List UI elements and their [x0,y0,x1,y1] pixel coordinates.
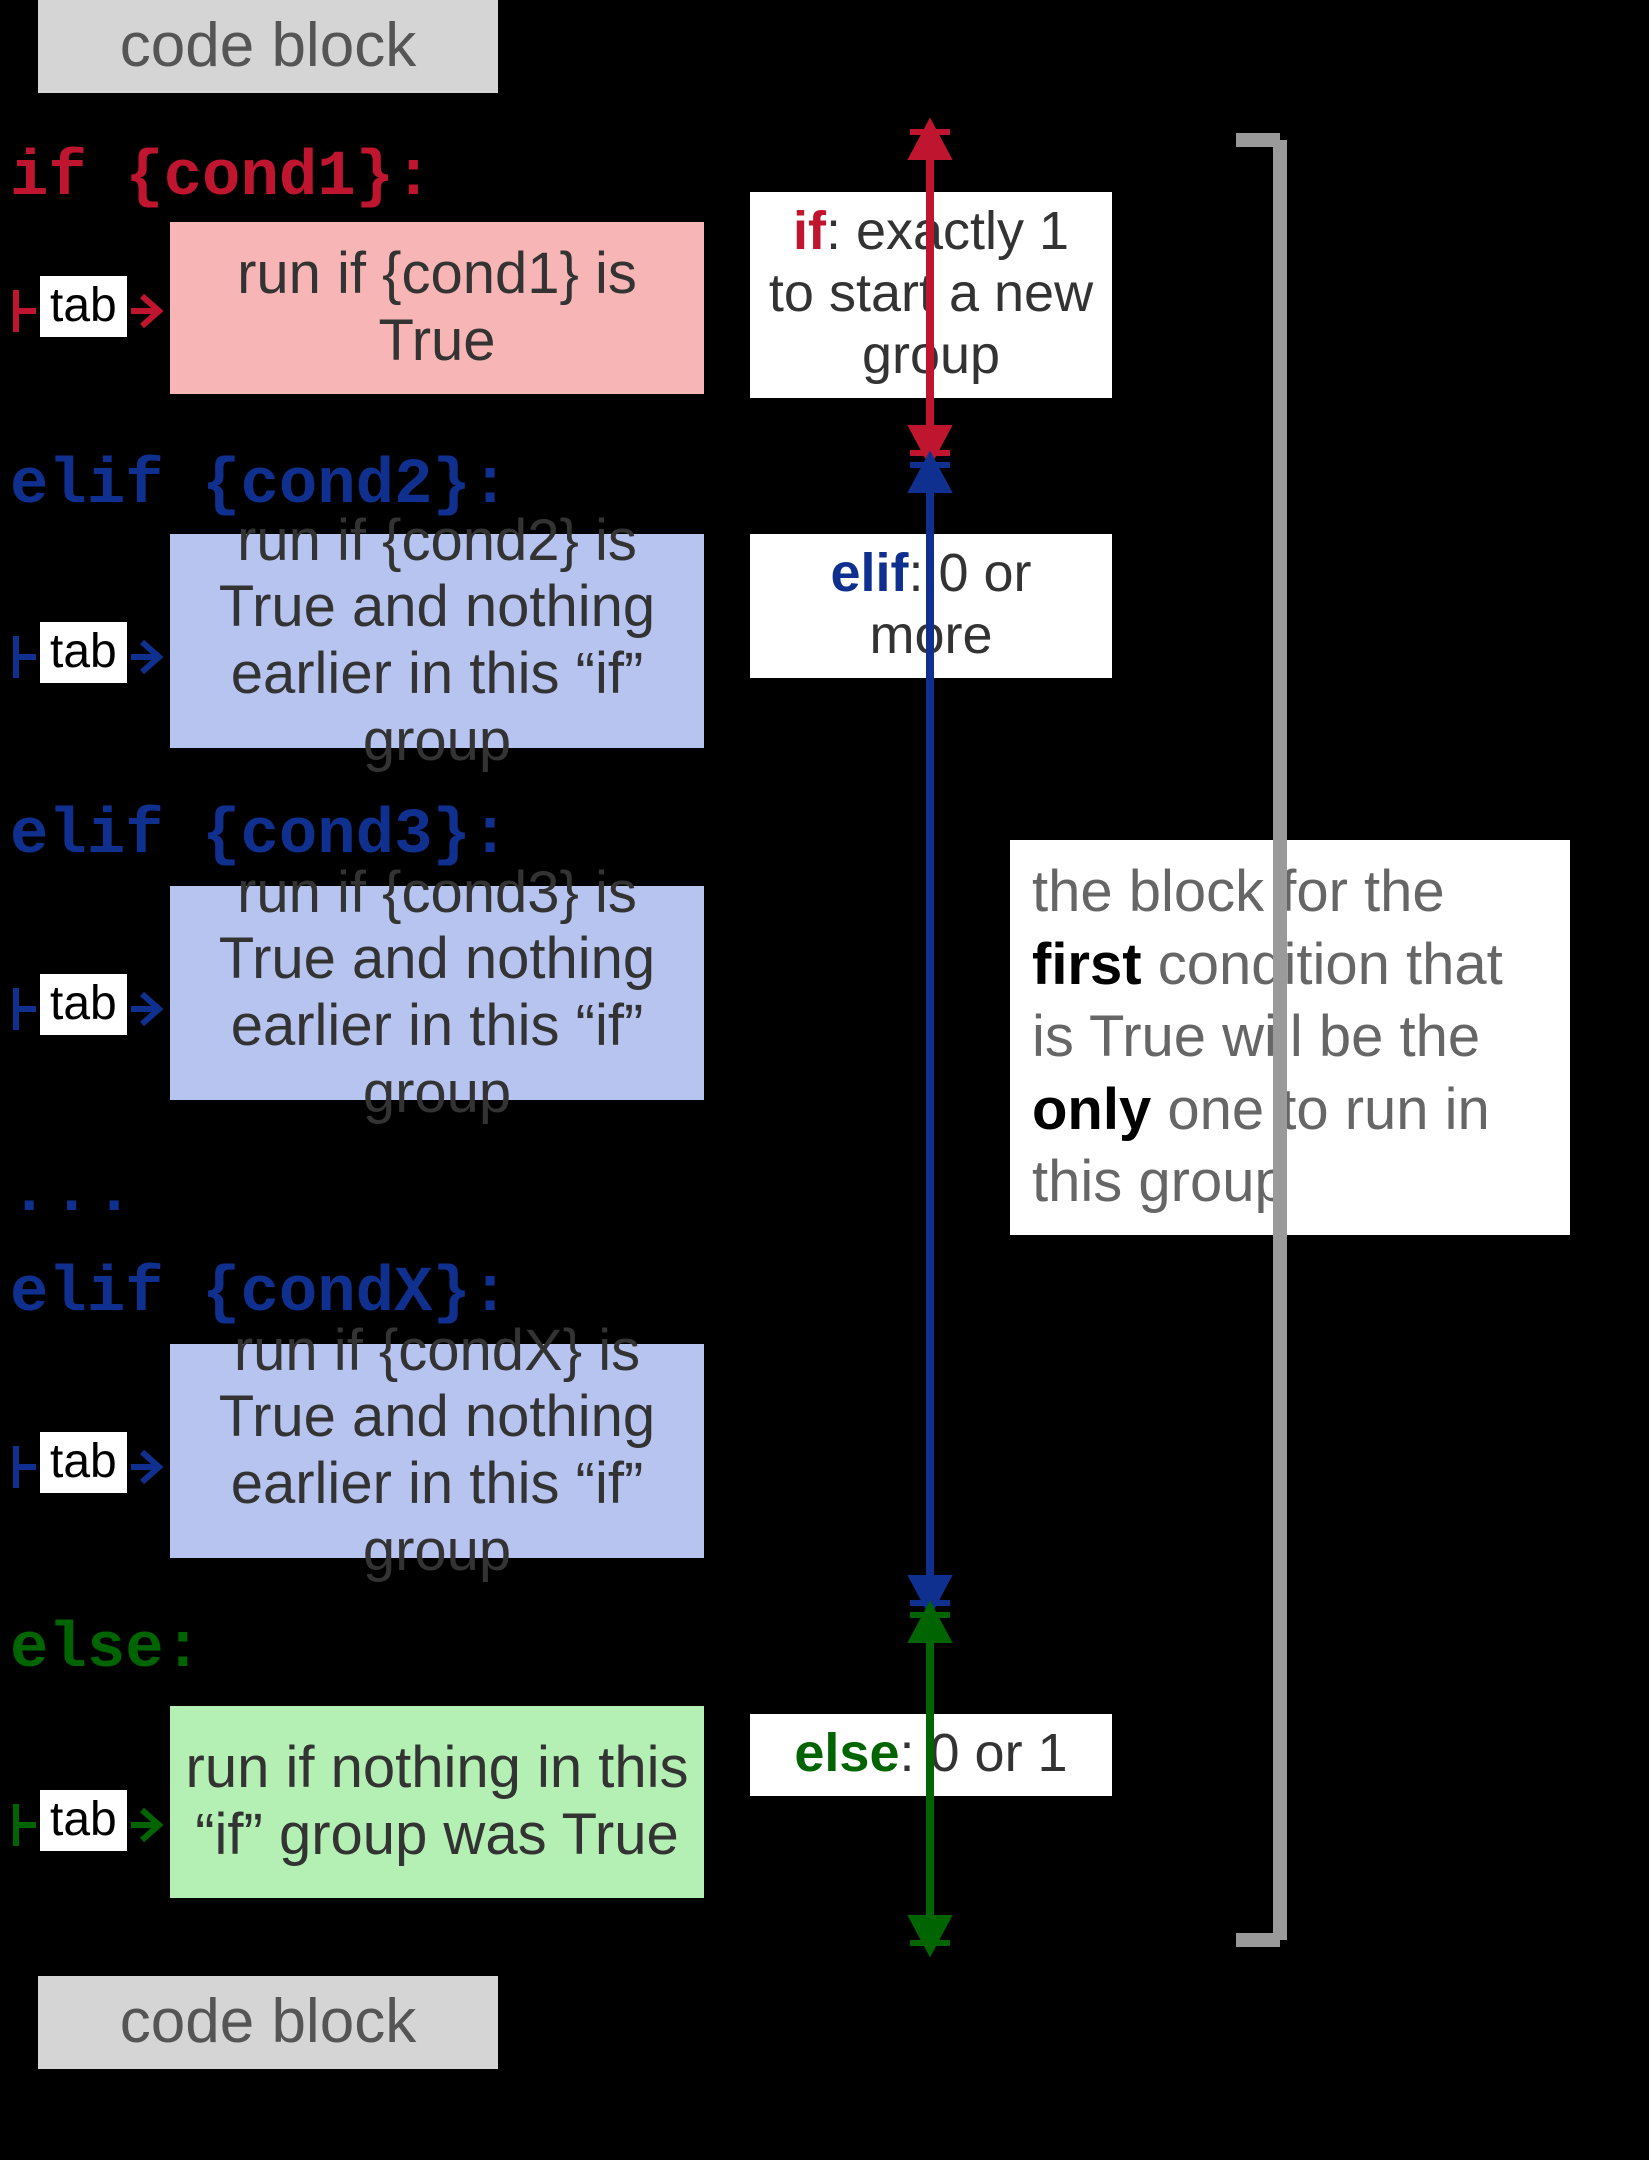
tab-label: tab [36,1428,131,1497]
block-if-body: run if {cond1} is True [166,218,708,398]
annotation-if: if: exactly 1 to start a new group [746,188,1116,402]
block-elifX-body: run if {condX} is True and nothing earli… [166,1340,708,1562]
tab-label: tab [36,618,131,687]
codeblock-label-bottom: code block [38,1976,498,2069]
tab-label: tab [36,1786,131,1855]
keyword-if: if {cond1}: [10,142,432,214]
summary-box: the block for the first condition that i… [1010,840,1570,1235]
keyword-else: else: [10,1614,202,1686]
summary-b1: first [1032,932,1142,997]
codeblock-label-top: code block [38,0,498,93]
tab-label: tab [36,970,131,1039]
annotation-elif-keyword: elif [830,543,908,603]
block-elif2-body: run if {cond2} is True and nothing earli… [166,530,708,752]
annotation-else-keyword: else [794,1723,899,1783]
annotation-else: else: 0 or 1 [746,1710,1116,1800]
ellipsis-dots: ... [10,1158,137,1230]
block-elif3-body: run if {cond3} is True and nothing earli… [166,882,708,1104]
annotation-else-text: : 0 or 1 [900,1723,1068,1783]
annotation-elif: elif: 0 or more [746,530,1116,682]
summary-t1: the block for the [1032,859,1445,924]
summary-b2: only [1032,1077,1151,1142]
block-else-body: run if nothing in this “if” group was Tr… [166,1702,708,1902]
annotation-if-keyword: if [793,201,826,261]
tab-label: tab [36,272,131,341]
